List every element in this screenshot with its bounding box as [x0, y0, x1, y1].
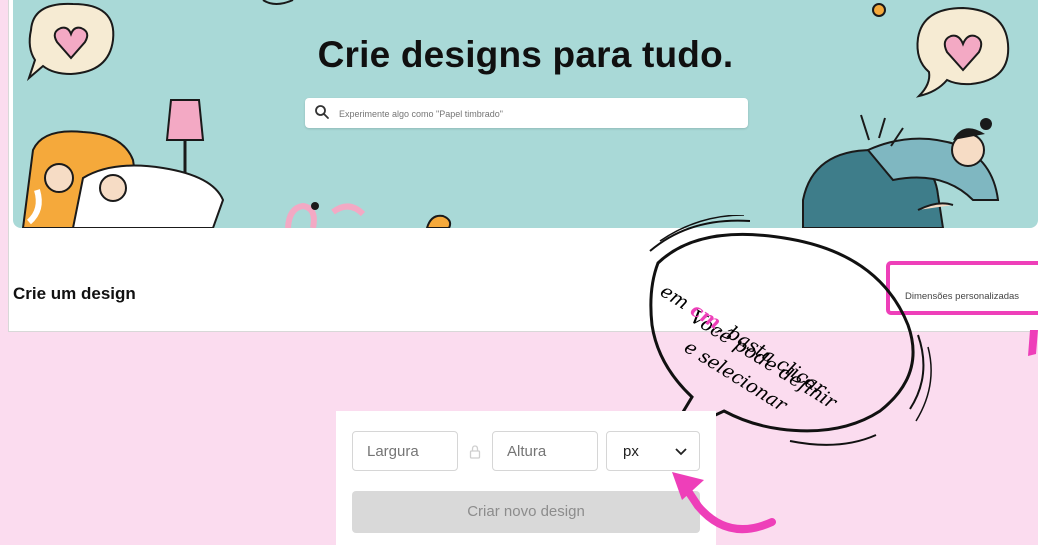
width-input[interactable]	[365, 442, 439, 461]
search-input[interactable]	[337, 103, 741, 125]
chevron-down-icon	[675, 448, 687, 456]
annotation-line-3: e selecionar	[680, 336, 791, 417]
unit-value: px	[623, 443, 639, 460]
create-design-button[interactable]: Criar novo design	[352, 491, 700, 533]
custom-dimensions-button[interactable]: Dimensões personalizadas	[886, 261, 1038, 315]
search-icon	[315, 105, 329, 119]
search-bar[interactable]	[305, 98, 748, 128]
height-field[interactable]	[492, 431, 598, 471]
unit-select[interactable]: px	[606, 431, 700, 471]
custom-size-panel: px Criar novo design	[336, 411, 716, 545]
section-title: Crie um design	[13, 284, 136, 303]
lock-icon[interactable]	[469, 445, 481, 459]
arrow-icon	[1028, 330, 1038, 356]
height-input[interactable]	[505, 442, 579, 461]
hero-title: Crie designs para tudo.	[317, 34, 734, 75]
width-field[interactable]	[352, 431, 458, 471]
custom-dimensions-label: Dimensões personalizadas	[905, 291, 1020, 302]
hero-banner: Crie designs para tudo.	[13, 0, 1038, 228]
